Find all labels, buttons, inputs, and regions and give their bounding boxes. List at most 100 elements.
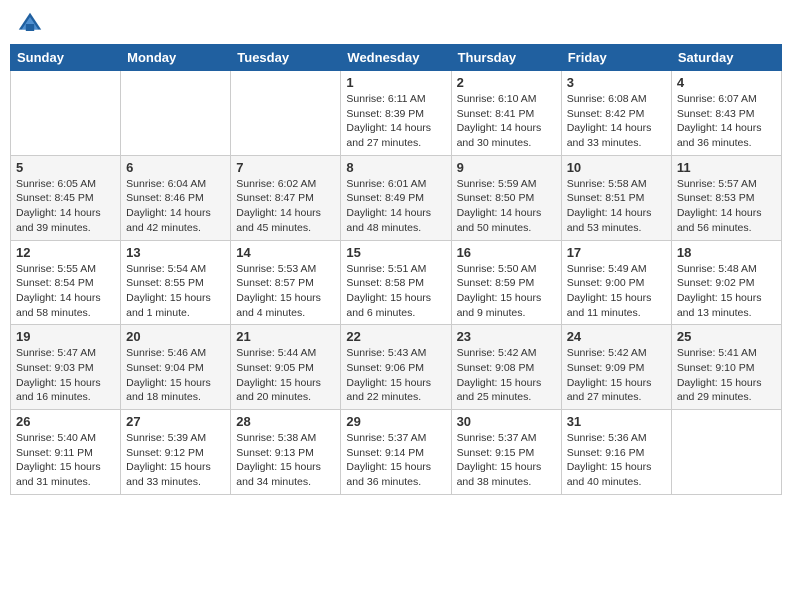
day-info: Sunrise: 5:36 AM Sunset: 9:16 PM Dayligh… — [567, 431, 666, 490]
day-number: 4 — [677, 75, 776, 90]
day-number: 9 — [457, 160, 556, 175]
day-cell — [121, 71, 231, 156]
day-info: Sunrise: 5:39 AM Sunset: 9:12 PM Dayligh… — [126, 431, 225, 490]
day-cell: 10Sunrise: 5:58 AM Sunset: 8:51 PM Dayli… — [561, 155, 671, 240]
day-number: 30 — [457, 414, 556, 429]
page-header — [10, 10, 782, 38]
day-cell: 14 Sunrise: 5:53 AM Sunset: 8:57 PM Dayli… — [231, 240, 341, 325]
logo — [14, 10, 46, 38]
day-number: 12 — [16, 245, 115, 260]
day-cell: 21 Sunrise: 5:44 AM Sunset: 9:05 PM Dayli… — [231, 325, 341, 410]
day-info: Sunrise: 5:50 AM Sunset: 8:59 PM Dayligh… — [457, 262, 556, 321]
day-number: 8 — [346, 160, 445, 175]
day-number: 19 — [16, 329, 115, 344]
day-info: Sunrise: 5:48 AM Sunset: 9:02 PM Dayligh… — [677, 262, 776, 321]
week-row-2: 5 Sunrise: 6:05 AM Sunset: 8:45 PM Daylig… — [11, 155, 782, 240]
day-info: Sunrise: 5:53 AM Sunset: 8:57 PM Dayligh… — [236, 262, 335, 321]
day-number: 20 — [126, 329, 225, 344]
week-row-3: 12 Sunrise: 5:55 AM Sunset: 8:54 PM Dayli… — [11, 240, 782, 325]
day-number: 11 — [677, 160, 776, 175]
day-cell — [671, 410, 781, 495]
day-cell: 23 Sunrise: 5:42 AM Sunset: 9:08 PM Dayli… — [451, 325, 561, 410]
week-row-5: 26 Sunrise: 5:40 AM Sunset: 9:11 PM Dayli… — [11, 410, 782, 495]
day-cell: 24 Sunrise: 5:42 AM Sunset: 9:09 PM Dayli… — [561, 325, 671, 410]
day-cell: 20 Sunrise: 5:46 AM Sunset: 9:04 PM Dayli… — [121, 325, 231, 410]
day-info: Sunrise: 5:42 AM Sunset: 9:09 PM Dayligh… — [567, 346, 666, 405]
weekday-header-tuesday: Tuesday — [231, 45, 341, 71]
weekday-header-row: SundayMondayTuesdayWednesdayThursdayFrid… — [11, 45, 782, 71]
day-info: Sunrise: 5:51 AM Sunset: 8:58 PM Dayligh… — [346, 262, 445, 321]
weekday-header-thursday: Thursday — [451, 45, 561, 71]
day-cell: 30 Sunrise: 5:37 AM Sunset: 9:15 PM Dayli… — [451, 410, 561, 495]
day-info: Sunrise: 6:01 AM Sunset: 8:49 PM Dayligh… — [346, 177, 445, 236]
day-number: 29 — [346, 414, 445, 429]
day-cell: 6 Sunrise: 6:04 AM Sunset: 8:46 PM Daylig… — [121, 155, 231, 240]
day-cell: 16 Sunrise: 5:50 AM Sunset: 8:59 PM Dayli… — [451, 240, 561, 325]
day-number: 15 — [346, 245, 445, 260]
day-cell: 31 Sunrise: 5:36 AM Sunset: 9:16 PM Dayli… — [561, 410, 671, 495]
day-cell — [231, 71, 341, 156]
day-cell: 25Sunrise: 5:41 AM Sunset: 9:10 PM Dayli… — [671, 325, 781, 410]
day-cell: 17Sunrise: 5:49 AM Sunset: 9:00 PM Dayli… — [561, 240, 671, 325]
day-info: Sunrise: 5:58 AM Sunset: 8:51 PM Dayligh… — [567, 177, 666, 236]
day-info: Sunrise: 6:08 AM Sunset: 8:42 PM Dayligh… — [567, 92, 666, 151]
day-cell: 7 Sunrise: 6:02 AM Sunset: 8:47 PM Daylig… — [231, 155, 341, 240]
day-info: Sunrise: 6:05 AM Sunset: 8:45 PM Dayligh… — [16, 177, 115, 236]
day-number: 14 — [236, 245, 335, 260]
day-number: 6 — [126, 160, 225, 175]
day-number: 31 — [567, 414, 666, 429]
day-cell: 12 Sunrise: 5:55 AM Sunset: 8:54 PM Dayli… — [11, 240, 121, 325]
day-number: 13 — [126, 245, 225, 260]
day-cell — [11, 71, 121, 156]
day-cell: 3 Sunrise: 6:08 AM Sunset: 8:42 PM Daylig… — [561, 71, 671, 156]
day-cell: 18 Sunrise: 5:48 AM Sunset: 9:02 PM Dayli… — [671, 240, 781, 325]
day-cell: 1 Sunrise: 6:11 AM Sunset: 8:39 PM Daylig… — [341, 71, 451, 156]
day-info: Sunrise: 5:40 AM Sunset: 9:11 PM Dayligh… — [16, 431, 115, 490]
day-info: Sunrise: 6:02 AM Sunset: 8:47 PM Dayligh… — [236, 177, 335, 236]
day-number: 28 — [236, 414, 335, 429]
day-number: 23 — [457, 329, 556, 344]
day-info: Sunrise: 5:37 AM Sunset: 9:15 PM Dayligh… — [457, 431, 556, 490]
day-number: 5 — [16, 160, 115, 175]
day-info: Sunrise: 5:54 AM Sunset: 8:55 PM Dayligh… — [126, 262, 225, 321]
day-info: Sunrise: 5:59 AM Sunset: 8:50 PM Dayligh… — [457, 177, 556, 236]
weekday-header-friday: Friday — [561, 45, 671, 71]
weekday-header-wednesday: Wednesday — [341, 45, 451, 71]
day-info: Sunrise: 5:44 AM Sunset: 9:05 PM Dayligh… — [236, 346, 335, 405]
day-number: 7 — [236, 160, 335, 175]
day-info: Sunrise: 6:04 AM Sunset: 8:46 PM Dayligh… — [126, 177, 225, 236]
day-number: 1 — [346, 75, 445, 90]
day-info: Sunrise: 5:42 AM Sunset: 9:08 PM Dayligh… — [457, 346, 556, 405]
weekday-header-saturday: Saturday — [671, 45, 781, 71]
day-number: 18 — [677, 245, 776, 260]
day-number: 24 — [567, 329, 666, 344]
day-number: 16 — [457, 245, 556, 260]
day-info: Sunrise: 6:10 AM Sunset: 8:41 PM Dayligh… — [457, 92, 556, 151]
day-info: Sunrise: 5:57 AM Sunset: 8:53 PM Dayligh… — [677, 177, 776, 236]
calendar-table: SundayMondayTuesdayWednesdayThursdayFrid… — [10, 44, 782, 495]
day-number: 21 — [236, 329, 335, 344]
day-info: Sunrise: 6:07 AM Sunset: 8:43 PM Dayligh… — [677, 92, 776, 151]
day-number: 26 — [16, 414, 115, 429]
day-info: Sunrise: 6:11 AM Sunset: 8:39 PM Dayligh… — [346, 92, 445, 151]
logo-icon — [16, 10, 44, 38]
day-info: Sunrise: 5:46 AM Sunset: 9:04 PM Dayligh… — [126, 346, 225, 405]
day-cell: 4 Sunrise: 6:07 AM Sunset: 8:43 PM Daylig… — [671, 71, 781, 156]
day-cell: 22 Sunrise: 5:43 AM Sunset: 9:06 PM Dayli… — [341, 325, 451, 410]
day-cell: 29 Sunrise: 5:37 AM Sunset: 9:14 PM Dayli… — [341, 410, 451, 495]
day-number: 3 — [567, 75, 666, 90]
day-cell: 28Sunrise: 5:38 AM Sunset: 9:13 PM Dayli… — [231, 410, 341, 495]
day-cell: 2 Sunrise: 6:10 AM Sunset: 8:41 PM Daylig… — [451, 71, 561, 156]
day-info: Sunrise: 5:37 AM Sunset: 9:14 PM Dayligh… — [346, 431, 445, 490]
day-cell: 9 Sunrise: 5:59 AM Sunset: 8:50 PM Daylig… — [451, 155, 561, 240]
day-info: Sunrise: 5:43 AM Sunset: 9:06 PM Dayligh… — [346, 346, 445, 405]
day-cell: 11 Sunrise: 5:57 AM Sunset: 8:53 PM Dayli… — [671, 155, 781, 240]
day-cell: 15 Sunrise: 5:51 AM Sunset: 8:58 PM Dayli… — [341, 240, 451, 325]
day-cell: 8 Sunrise: 6:01 AM Sunset: 8:49 PM Daylig… — [341, 155, 451, 240]
day-number: 2 — [457, 75, 556, 90]
day-cell: 13 Sunrise: 5:54 AM Sunset: 8:55 PM Dayli… — [121, 240, 231, 325]
day-info: Sunrise: 5:55 AM Sunset: 8:54 PM Dayligh… — [16, 262, 115, 321]
day-number: 27 — [126, 414, 225, 429]
day-number: 22 — [346, 329, 445, 344]
day-info: Sunrise: 5:47 AM Sunset: 9:03 PM Dayligh… — [16, 346, 115, 405]
